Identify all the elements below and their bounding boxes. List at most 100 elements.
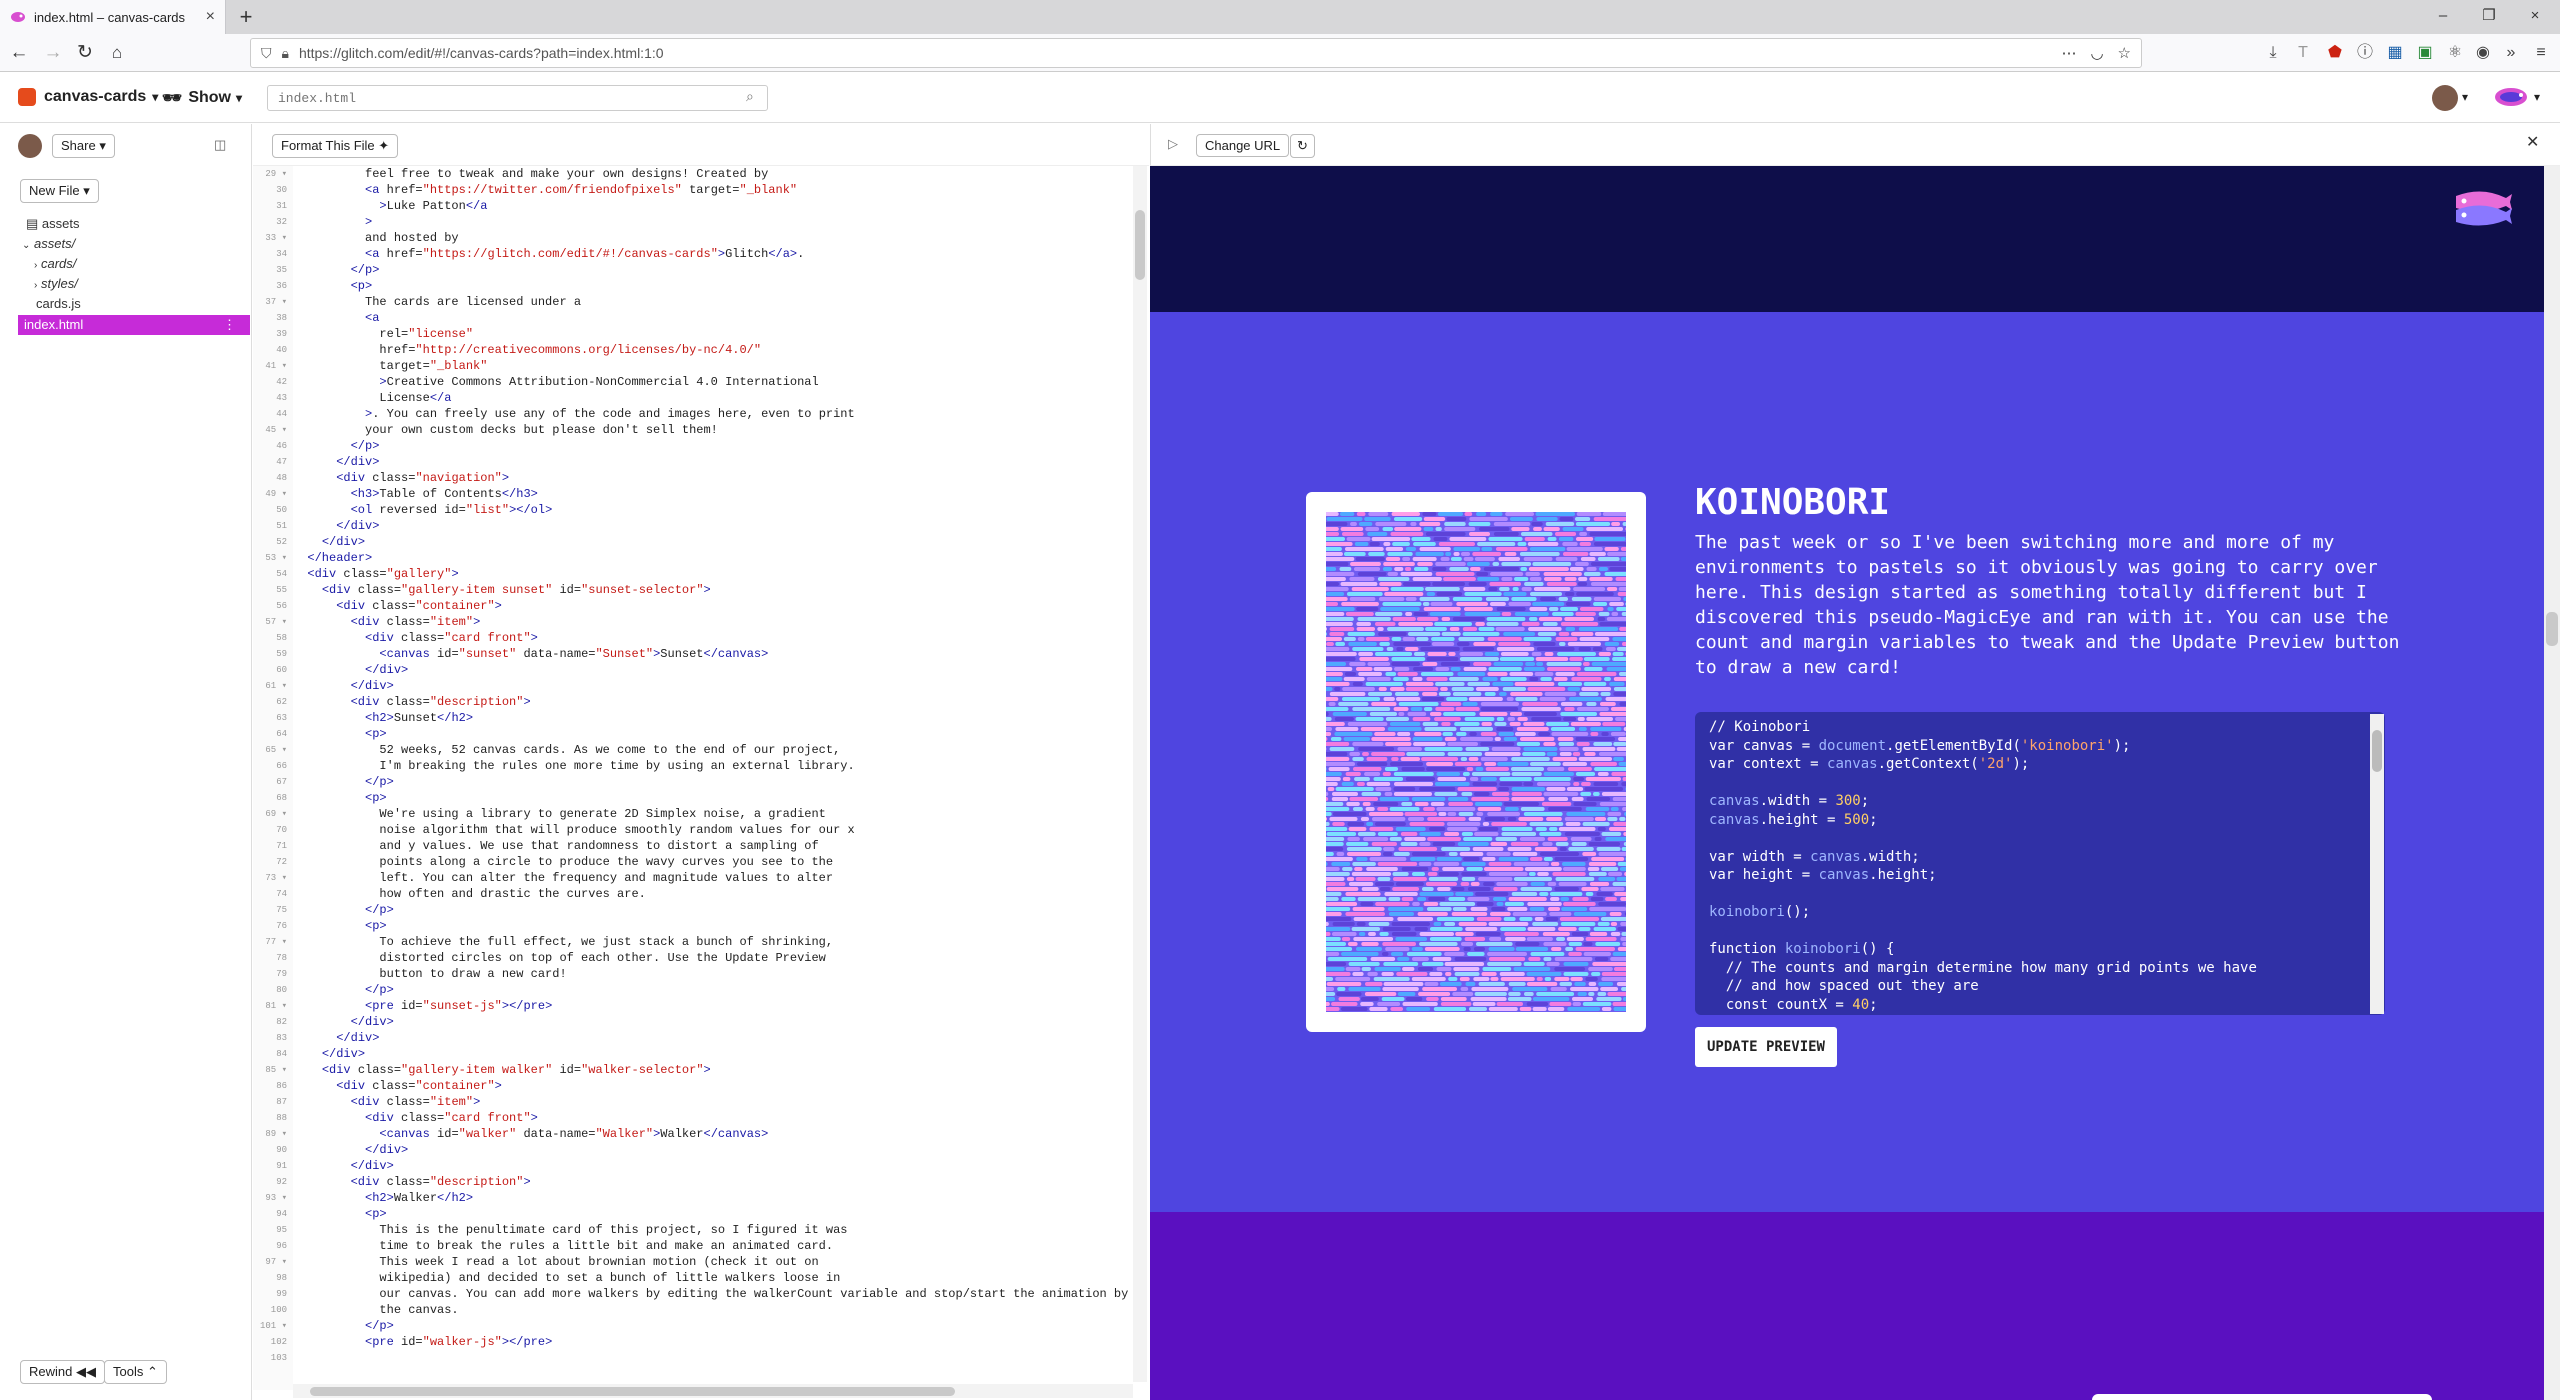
card-code-block[interactable]: // Koinobori var canvas = document.getEle… (1695, 712, 2385, 1015)
code-line[interactable]: our canvas. You can add more walkers by … (293, 1286, 1133, 1302)
code-line[interactable]: </div> (293, 1158, 1133, 1174)
restore-button[interactable]: ❐ (2466, 0, 2512, 34)
collapse-sidebar-icon[interactable]: ◫ (214, 137, 226, 153)
code-block-scroll-thumb[interactable] (2372, 730, 2382, 772)
code-line[interactable]: We're using a library to generate 2D Sim… (293, 806, 1133, 822)
folder-cards[interactable]: › cards/ (34, 254, 76, 274)
code-line[interactable]: <p> (293, 726, 1133, 742)
code-line[interactable]: </div> (293, 534, 1133, 550)
extension-green-icon[interactable]: ▣ (2412, 40, 2438, 66)
code-line[interactable]: <div class="card front"> (293, 630, 1133, 646)
code-line[interactable]: </div> (293, 1014, 1133, 1030)
preview-toggle-icon[interactable]: ▷ (1168, 136, 1178, 152)
code-line[interactable]: 52 weeks, 52 canvas cards. As we come to… (293, 742, 1133, 758)
code-line[interactable]: <h2>Sunset</h2> (293, 710, 1133, 726)
account-icon[interactable]: ◉ (2470, 40, 2496, 66)
code-line[interactable]: <p> (293, 918, 1133, 934)
folder-styles[interactable]: › styles/ (34, 274, 78, 294)
code-line[interactable]: href="http://creativecommons.org/license… (293, 342, 1133, 358)
code-line[interactable]: <div class="item"> (293, 1094, 1133, 1110)
home-icon[interactable]: ⌂ (104, 40, 130, 66)
code-line[interactable]: <p> (293, 1206, 1133, 1222)
extension-info-icon[interactable]: ⓘ (2352, 40, 2378, 66)
extension-ublock-icon[interactable]: ⬟ (2322, 40, 2348, 66)
forward-icon[interactable]: → (40, 40, 66, 66)
code-line[interactable]: To achieve the full effect, we just stac… (293, 934, 1133, 950)
chevron-down-icon[interactable]: ▾ (2534, 90, 2540, 104)
code-line[interactable]: </p> (293, 982, 1133, 998)
code-line[interactable]: <p> (293, 278, 1133, 294)
downloads-icon[interactable]: ⤓ (2260, 40, 2286, 66)
bookmark-star-icon[interactable]: ☆ (2118, 44, 2131, 62)
collaborator-avatar[interactable] (18, 134, 42, 158)
code-line[interactable]: <div class="container"> (293, 1078, 1133, 1094)
rewind-button[interactable]: Rewind ◀◀ (20, 1360, 105, 1384)
code-line[interactable]: <pre id="sunset-js"></pre> (293, 998, 1133, 1014)
code-line[interactable]: and y values. We use that randomness to … (293, 838, 1133, 854)
code-line[interactable]: </div> (293, 518, 1133, 534)
code-line[interactable]: </p> (293, 262, 1133, 278)
file-index-html[interactable]: index.html ⋮ (18, 315, 250, 335)
code-line[interactable]: <canvas id="walker" data-name="Walker">W… (293, 1126, 1133, 1142)
code-line[interactable]: <div class="navigation"> (293, 470, 1133, 486)
share-button[interactable]: Share ▾ (52, 134, 115, 158)
overflow-icon[interactable]: » (2498, 40, 2524, 66)
code-line[interactable]: <a (293, 310, 1133, 326)
editor-vertical-scrollbar[interactable] (1133, 166, 1147, 1382)
reader-icon[interactable]: T (2290, 40, 2316, 66)
close-window-button[interactable]: × (2512, 0, 2558, 34)
code-text[interactable]: feel free to tweak and make your own des… (293, 166, 1133, 1382)
tab-close-icon[interactable]: × (206, 8, 215, 26)
code-line[interactable]: <a href="https://twitter.com/friendofpix… (293, 182, 1133, 198)
refresh-preview-icon[interactable]: ↻ (1290, 134, 1315, 158)
extension-react-icon[interactable]: ⚛ (2442, 40, 2468, 66)
code-line[interactable]: <ol reversed id="list"></ol> (293, 502, 1133, 518)
code-line[interactable]: <h3>Table of Contents</h3> (293, 486, 1133, 502)
code-line[interactable]: </div> (293, 454, 1133, 470)
code-line[interactable]: <div class="gallery-item sunset" id="sun… (293, 582, 1133, 598)
code-line[interactable]: </div> (293, 1030, 1133, 1046)
code-line[interactable]: distorted circles on top of each other. … (293, 950, 1133, 966)
minimize-button[interactable]: – (2420, 0, 2466, 34)
code-line[interactable]: feel free to tweak and make your own des… (293, 166, 1133, 182)
code-line[interactable]: <h2>Walker</h2> (293, 1190, 1133, 1206)
code-line[interactable]: how often and drastic the curves are. (293, 886, 1133, 902)
code-line[interactable]: </div> (293, 1046, 1133, 1062)
code-line[interactable]: >. You can freely use any of the code an… (293, 406, 1133, 422)
code-line[interactable]: </div> (293, 1142, 1133, 1158)
code-line[interactable]: </div> (293, 678, 1133, 694)
project-menu[interactable]: canvas-cards ▾ (18, 88, 158, 106)
code-line[interactable]: </div> (293, 662, 1133, 678)
code-line[interactable]: and hosted by (293, 230, 1133, 246)
update-preview-button[interactable]: UPDATE PREVIEW (1695, 1027, 1837, 1067)
code-line[interactable]: </p> (293, 438, 1133, 454)
preview-scrollbar[interactable] (2544, 166, 2560, 1400)
folder-assets[interactable]: ⌄ assets/ (22, 234, 75, 254)
file-options-icon[interactable]: ⋮ (223, 315, 236, 335)
code-line[interactable]: This week I read a lot about brownian mo… (293, 1254, 1133, 1270)
code-line[interactable]: noise algorithm that will produce smooth… (293, 822, 1133, 838)
shield-icon[interactable]: ⛉ (261, 45, 272, 62)
code-line[interactable]: the canvas. (293, 1302, 1133, 1318)
tools-button[interactable]: Tools ⌃ (104, 1360, 167, 1384)
url-bar[interactable]: ⛉ 🔒︎ https://glitch.com/edit/#!/canvas-c… (250, 38, 2142, 68)
file-cards-js[interactable]: cards.js (36, 294, 81, 314)
code-line[interactable]: </p> (293, 902, 1133, 918)
code-line[interactable]: target="_blank" (293, 358, 1133, 374)
code-line[interactable]: This is the penultimate card of this pro… (293, 1222, 1133, 1238)
change-url-button[interactable]: Change URL (1196, 134, 1290, 157)
back-icon[interactable]: ← (6, 40, 32, 66)
code-line[interactable]: <div class="card front"> (293, 1110, 1133, 1126)
extension-grid-icon[interactable]: ▦ (2382, 40, 2408, 66)
glitch-fish-icon[interactable] (2494, 86, 2528, 108)
new-file-button[interactable]: New File ▾ (20, 179, 99, 203)
code-line[interactable]: <a href="https://glitch.com/edit/#!/canv… (293, 246, 1133, 262)
close-preview-icon[interactable]: ✕ (2526, 132, 2539, 152)
code-line[interactable]: button to draw a new card! (293, 966, 1133, 982)
code-line[interactable]: License</a (293, 390, 1133, 406)
avatar[interactable] (2432, 85, 2458, 111)
code-line[interactable]: I'm breaking the rules one more time by … (293, 758, 1133, 774)
code-line[interactable]: </p> (293, 1318, 1133, 1334)
show-button[interactable]: 🕶︎ Show ▾ (162, 88, 242, 108)
code-line[interactable]: points along a circle to produce the wav… (293, 854, 1133, 870)
